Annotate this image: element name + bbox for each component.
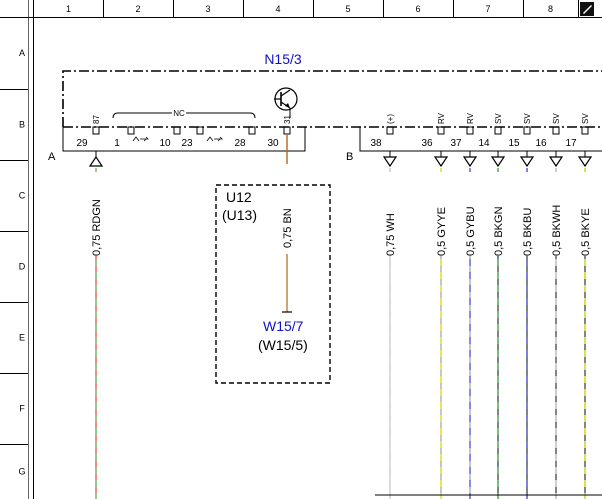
column-label: 5 <box>345 4 350 14</box>
pin-function-label: SV <box>523 113 532 124</box>
pin-number: 16 <box>535 138 547 149</box>
pin-number: 29 <box>76 138 88 149</box>
pin-number: 14 <box>478 138 490 149</box>
pin-number: 1 <box>114 138 120 149</box>
pin-function-label: SV <box>581 113 590 124</box>
wiring-diagram: 12345678 ABCDEFG N15/3 NC A B 29 1 10 23 28 3… <box>0 0 602 499</box>
pin-number: 38 <box>370 138 382 149</box>
wire-label: 0,75 RDGN <box>91 199 103 256</box>
pin-function-label: SV <box>552 113 561 124</box>
wire-label: 0,5 BKGN <box>493 206 505 256</box>
pin-function-label: 31 <box>283 115 292 124</box>
column-label: 4 <box>275 4 280 14</box>
column-label: 8 <box>548 4 553 14</box>
column-label: 3 <box>205 4 210 14</box>
connector-b-label: B <box>346 151 353 163</box>
row-label: A <box>19 48 25 58</box>
wire-label: 0,5 BKBU <box>522 208 534 256</box>
box-alt-name: (U13) <box>222 207 257 223</box>
row-label: E <box>19 333 25 343</box>
wire-label: 0,5 BKWH <box>551 205 563 256</box>
ground-name: W15/7 <box>263 318 304 334</box>
row-label: F <box>19 404 25 414</box>
connector-a-label: A <box>48 151 56 163</box>
pin-number: 28 <box>234 138 246 149</box>
row-label: B <box>19 120 25 130</box>
column-label: 1 <box>66 4 71 14</box>
pen-icon[interactable] <box>580 2 594 16</box>
pin-function-label: (+) <box>386 114 395 124</box>
column-label: 2 <box>135 4 140 14</box>
row-label: C <box>19 191 26 201</box>
column-label: 7 <box>485 4 490 14</box>
ground-alt-name: (W15/5) <box>258 337 308 353</box>
wire-label: 0,5 GYBU <box>465 206 477 256</box>
wire-label: 0,5 BKYE <box>580 208 592 256</box>
row-label: D <box>19 262 26 272</box>
module-title: N15/3 <box>264 51 302 67</box>
pin-number: 30 <box>267 138 279 149</box>
pin-number: 37 <box>450 138 462 149</box>
pin-function-label: RV <box>437 112 446 124</box>
column-label: 6 <box>415 4 420 14</box>
wire-label: 0,5 GYYE <box>436 207 448 256</box>
pin-number: 23 <box>181 138 193 149</box>
pin-number: 36 <box>421 138 433 149</box>
row-label: G <box>18 467 25 477</box>
pin-function-label: 87 <box>92 115 101 124</box>
wire-label: 0,75 BN <box>282 208 294 248</box>
pin-number: 10 <box>159 138 171 149</box>
pin-number: 15 <box>508 138 520 149</box>
pin-function-label: SV <box>494 113 503 124</box>
pin-number: 17 <box>565 138 577 149</box>
box-name: U12 <box>226 189 252 205</box>
wire-label: 0,75 WH <box>385 213 397 256</box>
nc-label: NC <box>173 109 185 118</box>
schematic-canvas: 12345678 ABCDEFG N15/3 NC A B 29 1 10 23 28 3… <box>0 0 602 499</box>
pin-function-label: RV <box>466 112 475 124</box>
